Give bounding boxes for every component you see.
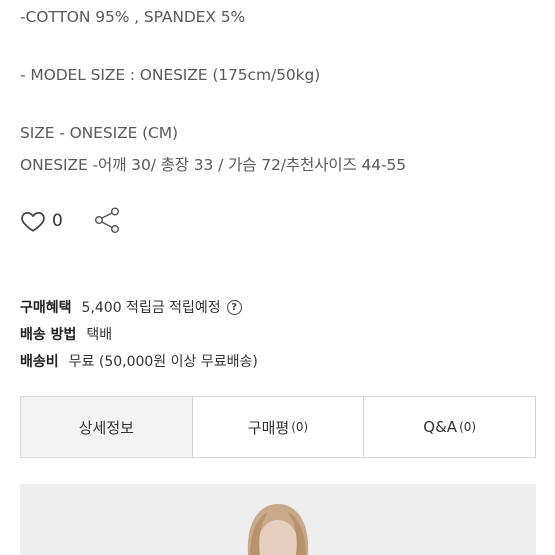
like-count: 0 [52, 211, 63, 231]
shipping-fee-row: 배송비 무료 (50,000원 이상 무료배송) [20, 351, 258, 371]
share-icon[interactable] [93, 206, 123, 236]
shipping-fee-label: 배송비 [20, 354, 59, 370]
size-detail-text: ONESIZE -어깨 30/ 총장 33 / 가슴 72/추천사이즈 44-5… [20, 156, 407, 174]
shipping-method-label: 배송 방법 [20, 327, 77, 343]
purchase-benefit-row: 구매혜택 5,400 적립금 적립예정 ? [20, 297, 242, 317]
tab-reviews[interactable]: 구매평 (0) [191, 397, 364, 457]
model-size-text: - MODEL SIZE : ONESIZE (175cm/50kg) [20, 66, 321, 84]
model-photo [247, 504, 309, 555]
tab-reviews-label: 구매평 [247, 418, 290, 437]
benefit-label: 구매혜택 [20, 300, 72, 316]
tab-detail-label: 상세정보 [78, 418, 134, 437]
size-title-text: SIZE - ONESIZE (CM) [20, 124, 178, 142]
shipping-method-value: 택배 [86, 327, 113, 343]
material-text: -COTTON 95% , SPANDEX 5% [20, 8, 246, 26]
tab-reviews-count: (0) [291, 420, 309, 434]
benefit-value: 5,400 적립금 적립예정 [81, 300, 221, 316]
tab-qna[interactable]: Q&A (0) [363, 397, 536, 457]
help-icon[interactable]: ? [226, 299, 242, 315]
heart-icon[interactable] [20, 208, 46, 234]
product-tabs: 상세정보 구매평 (0) Q&A (0) [20, 396, 536, 458]
shipping-fee-value: 무료 (50,000원 이상 무료배송) [68, 354, 258, 370]
tab-qna-label: Q&A [423, 418, 458, 436]
product-image [20, 484, 536, 555]
shipping-method-row: 배송 방법 택배 [20, 324, 112, 344]
tab-detail[interactable]: 상세정보 [21, 397, 192, 457]
tab-qna-count: (0) [459, 420, 477, 434]
social-actions: 0 [20, 206, 123, 236]
